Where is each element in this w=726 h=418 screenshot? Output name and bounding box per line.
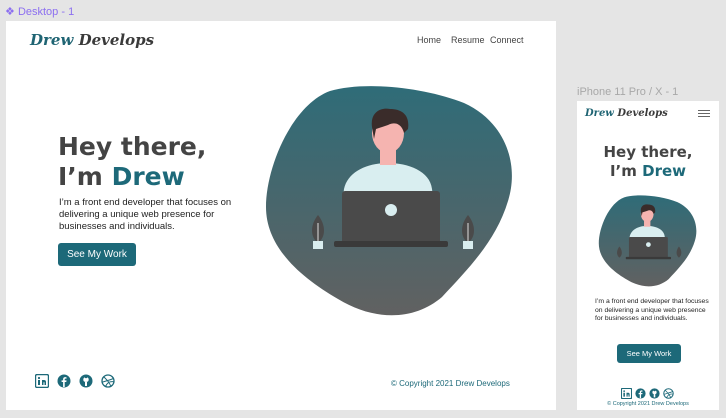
nav-home-link[interactable]: Home [417,35,441,45]
phone-hero-illustration [598,195,697,287]
phone-frame: Drew Develops Hey there, I’m Drew I’m a … [577,101,719,410]
phone-see-my-work-button[interactable]: See My Work [617,344,681,363]
github-icon[interactable] [79,374,93,393]
phone-site-logo[interactable]: Drew Develops [585,108,668,119]
dribbble-icon[interactable] [101,374,115,393]
phone-hero-headline: Hey there, I’m Drew [603,143,693,180]
facebook-icon[interactable] [57,374,71,393]
intro-paragraph: I’m a front end developer that focuses o… [59,197,232,232]
phone-copyright-text: © Copyright 2021 Drew Develops [607,401,689,407]
phone-intro-paragraph: I’m a front end developer that focuses o… [595,298,709,322]
hero-illustration [266,86,512,316]
laptop-icon [334,191,448,247]
social-links [34,373,115,393]
hero-headline: Hey there, I’m Drew [58,132,206,192]
logo-first-word: Drew [30,31,74,49]
linkedin-icon[interactable] [34,373,50,393]
site-logo[interactable]: Drew Develops [30,31,154,49]
desktop-frame-label[interactable]: ❖ Desktop - 1 [5,5,74,18]
desktop-frame: Drew Develops Home Resume Connect Hey th… [6,21,556,410]
headline-line-1: Hey there, [58,132,207,161]
logo-second-word: Develops [78,31,155,49]
nav-resume-link[interactable]: Resume [451,35,485,45]
see-my-work-button[interactable]: See My Work [58,243,136,266]
headline-name: Drew [111,162,185,191]
component-icon: ❖ [5,6,15,18]
headline-line-2: I’m Drew [58,162,185,191]
copyright-text: © Copyright 2021 Drew Develops [391,379,510,388]
nav-connect-link[interactable]: Connect [490,35,524,45]
phone-frame-label[interactable]: iPhone 11 Pro / X - 1 [577,86,678,98]
hamburger-menu-icon[interactable] [698,110,710,119]
